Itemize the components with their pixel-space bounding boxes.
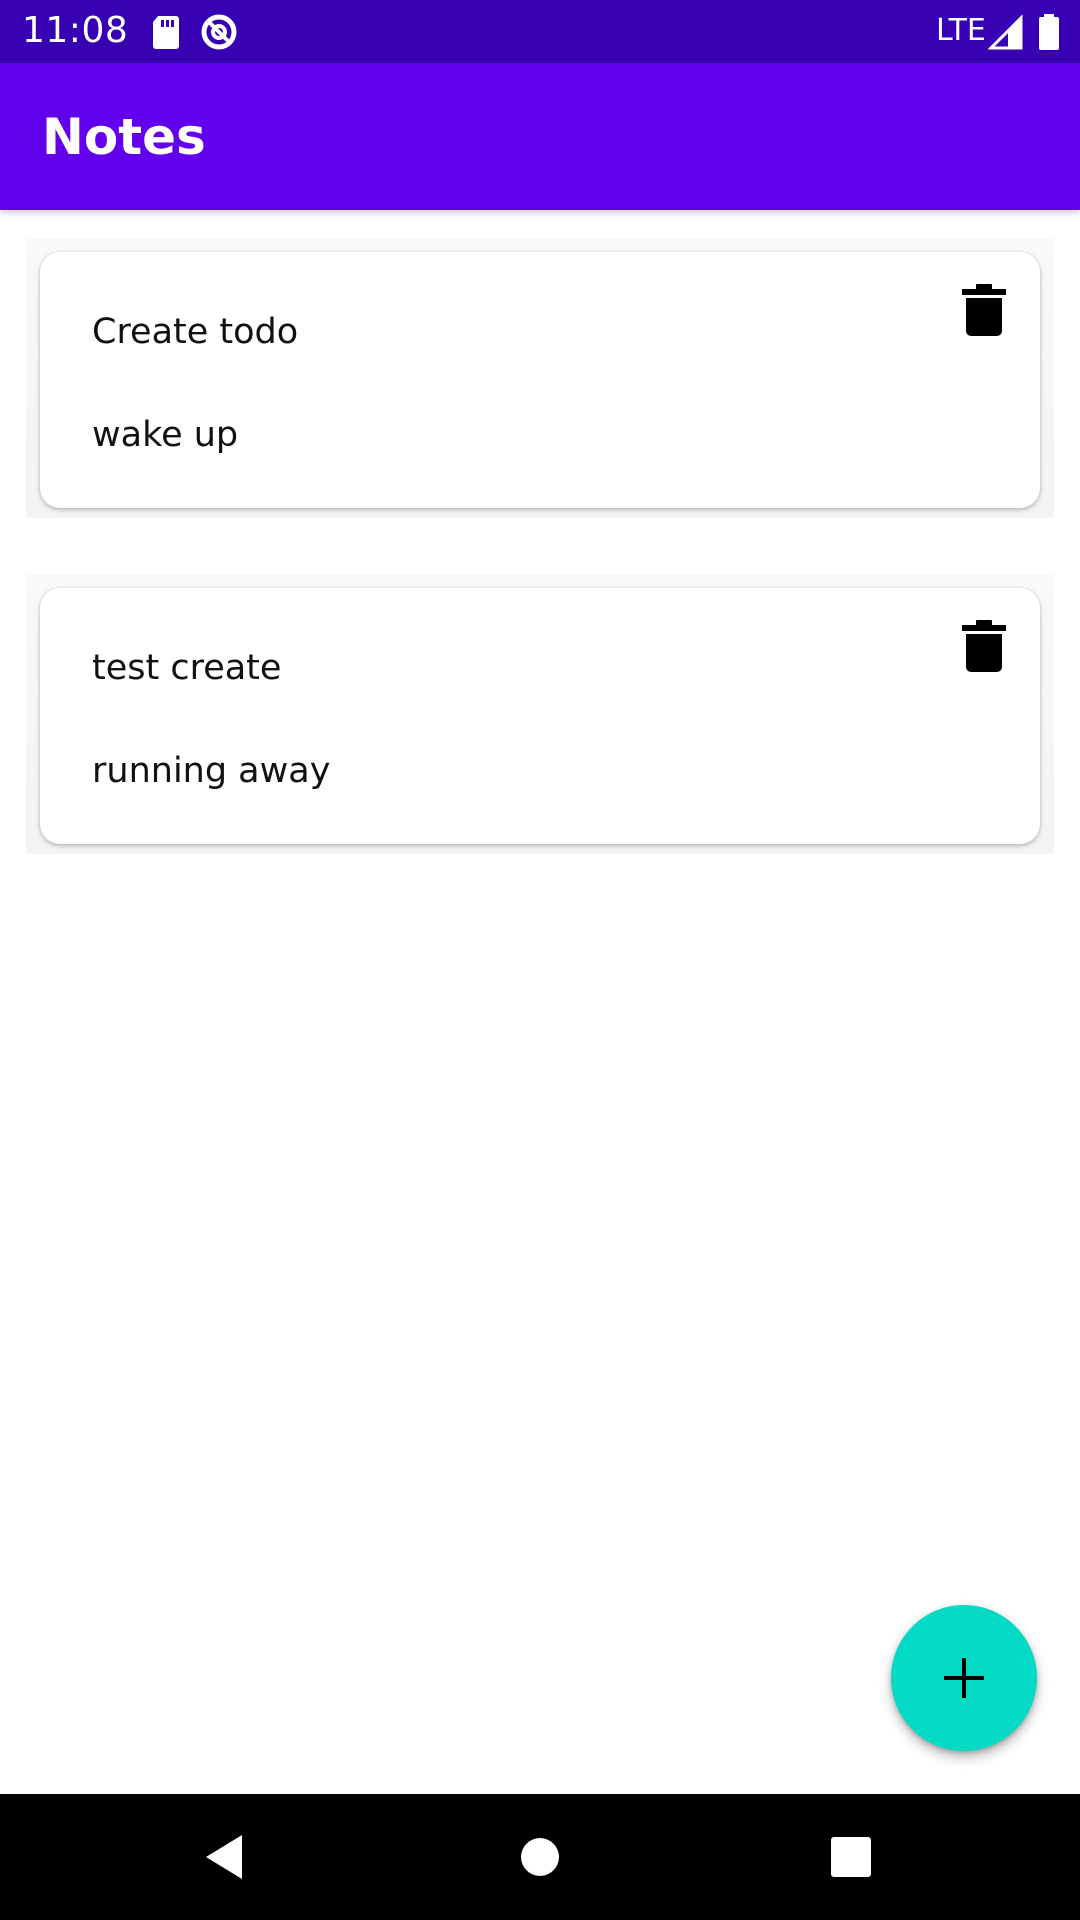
sd-card-icon [146,12,186,52]
recents-icon[interactable] [821,1827,881,1887]
note-title: test create [92,648,282,688]
note-item: Create todo wake up [26,238,1054,518]
home-icon[interactable] [510,1827,570,1887]
signal-icon [988,12,1024,52]
plus-icon [936,1650,992,1706]
notes-screen: 11:08 LTE Notes Create todo wake up test… [0,0,1080,1920]
data-saver-icon [199,12,239,52]
delete-icon[interactable] [958,282,1010,338]
network-type-label: LTE [936,13,986,48]
note-title: Create todo [92,312,299,352]
add-note-button[interactable] [891,1605,1037,1751]
delete-icon[interactable] [958,618,1010,674]
system-navigation-bar [0,1794,1080,1920]
note-card[interactable]: test create running away [40,588,1040,844]
note-body: running away [92,751,331,791]
app-bar: Notes [0,63,1080,210]
note-card[interactable]: Create todo wake up [40,252,1040,508]
app-title: Notes [42,108,206,166]
status-bar: 11:08 LTE [0,0,1080,63]
back-icon[interactable] [196,1827,256,1887]
battery-icon [1036,12,1062,52]
note-body: wake up [92,415,239,455]
note-item: test create running away [26,574,1054,854]
status-time: 11:08 [22,10,129,51]
